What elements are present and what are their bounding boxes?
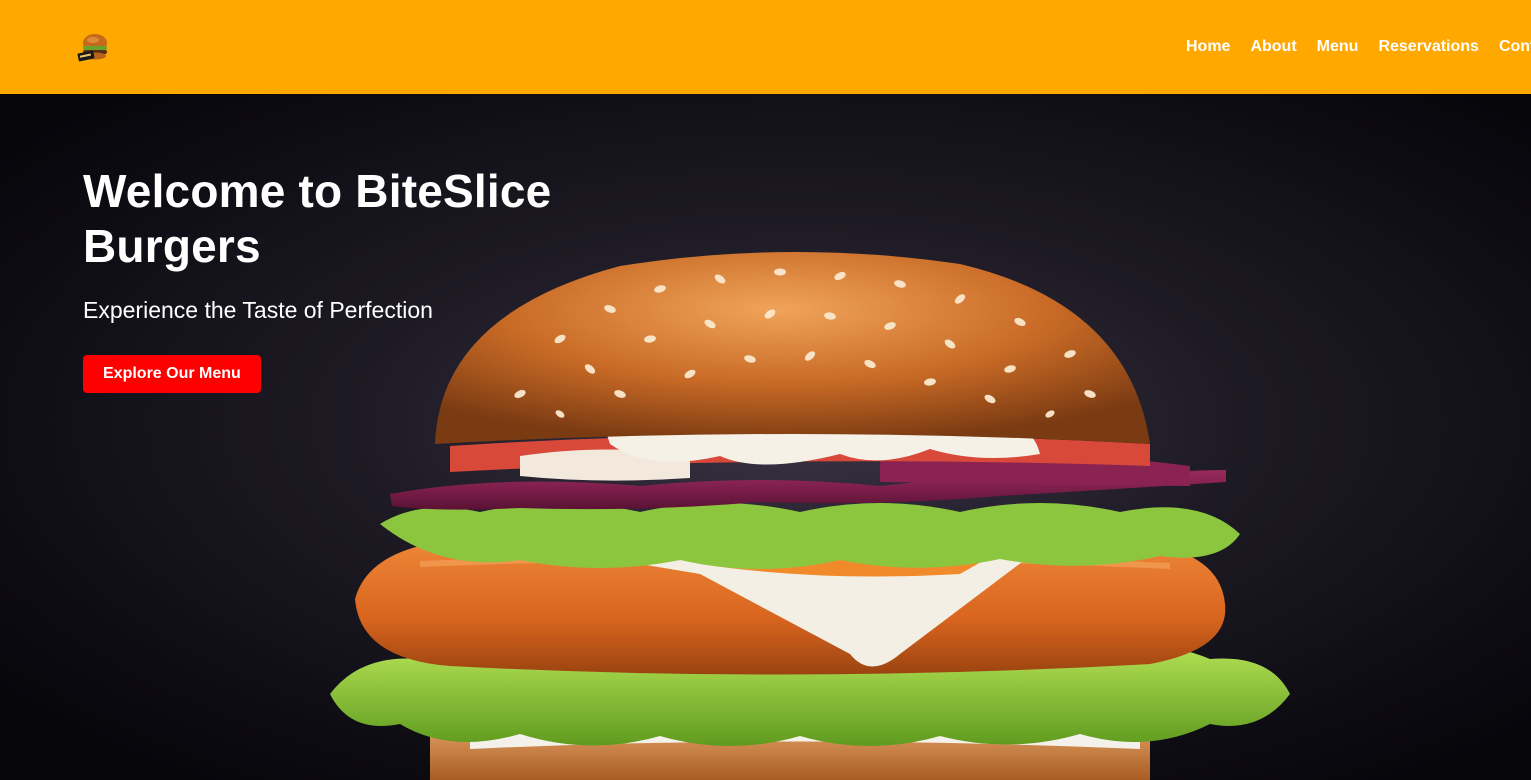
nav-contact-link[interactable]: Contact bbox=[1499, 38, 1531, 56]
explore-menu-button[interactable]: Explore Our Menu bbox=[83, 355, 261, 393]
hero-section: Welcome to BiteSlice Burgers Experience … bbox=[0, 94, 1531, 780]
nav-about-link[interactable]: About bbox=[1250, 38, 1296, 56]
site-header: Home About Menu Reservations Contact bbox=[0, 0, 1531, 94]
nav-reservations-link[interactable]: Reservations bbox=[1378, 38, 1479, 56]
nav-home-link[interactable]: Home bbox=[1186, 38, 1230, 56]
page: Home About Menu Reservations Contact bbox=[0, 0, 1531, 780]
nav-menu-link[interactable]: Menu bbox=[1317, 38, 1359, 56]
hero-subtitle: Experience the Taste of Perfection bbox=[83, 297, 433, 323]
main-nav: Home About Menu Reservations Contact bbox=[1186, 0, 1531, 94]
burger-logo-icon[interactable] bbox=[76, 29, 112, 65]
hero-title: Welcome to BiteSlice Burgers bbox=[83, 165, 552, 272]
hero-content: Welcome to BiteSlice Burgers Experience … bbox=[83, 164, 643, 393]
